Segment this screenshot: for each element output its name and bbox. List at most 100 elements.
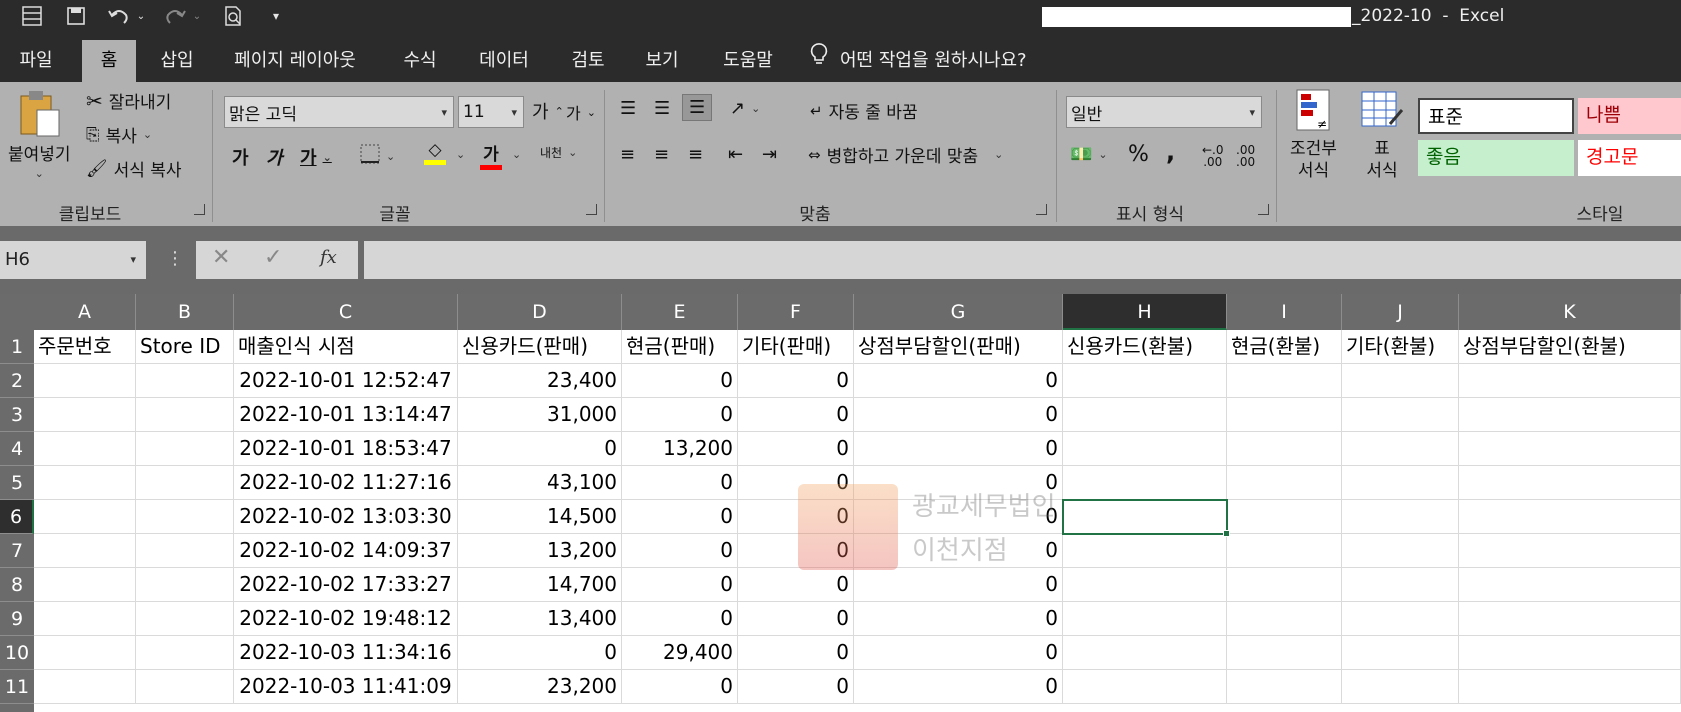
row-header-7[interactable]: 7 — [0, 534, 34, 568]
cell-b3[interactable] — [136, 398, 234, 432]
cell-g7[interactable]: 0 — [854, 534, 1063, 568]
cell-k2[interactable] — [1459, 364, 1681, 398]
fill-color-dropdown-icon[interactable]: ⌄ — [456, 148, 465, 161]
name-box[interactable]: H6 ▾ — [0, 241, 146, 279]
tab-home[interactable]: 홈 — [82, 40, 136, 82]
cell-c11[interactable]: 2022-10-03 11:41:09 — [234, 670, 458, 704]
cell-a3[interactable] — [34, 398, 136, 432]
cell-e6[interactable]: 0 — [622, 500, 738, 534]
cell-k3[interactable] — [1459, 398, 1681, 432]
cell-f7[interactable]: 0 — [738, 534, 854, 568]
copy-dropdown-icon[interactable]: ⌄ — [143, 128, 152, 141]
selected-cell-h6[interactable] — [1062, 499, 1228, 535]
decrease-indent-button[interactable]: ⇤ — [728, 144, 743, 165]
borders-button[interactable]: ⌄ — [360, 144, 395, 169]
column-header-j[interactable]: J — [1342, 294, 1459, 330]
format-as-table-button[interactable]: 표 서식 — [1360, 88, 1404, 182]
cell-k7[interactable] — [1459, 534, 1681, 568]
cell-j6[interactable] — [1342, 500, 1459, 534]
save-icon[interactable] — [62, 2, 90, 30]
header-cell-b[interactable]: Store ID — [136, 330, 234, 364]
fill-handle[interactable] — [1223, 530, 1230, 537]
cell-d9[interactable]: 13,400 — [458, 602, 622, 636]
cell-f11[interactable]: 0 — [738, 670, 854, 704]
cell-f5[interactable]: 0 — [738, 466, 854, 500]
cell-c8[interactable]: 2022-10-02 17:33:27 — [234, 568, 458, 602]
font-color-dropdown-icon[interactable]: ⌄ — [512, 148, 521, 161]
alignment-launcher-icon[interactable] — [1036, 204, 1047, 215]
tab-help[interactable]: 도움말 — [708, 40, 788, 82]
column-header-k[interactable]: K — [1459, 294, 1681, 330]
cell-i3[interactable] — [1227, 398, 1342, 432]
undo-icon[interactable] — [104, 2, 134, 30]
header-cell-g[interactable]: 상점부담할인(판매) — [854, 330, 1063, 364]
align-middle-button[interactable]: ☰ — [654, 98, 670, 119]
tab-page-layout[interactable]: 페이지 레이아웃 — [220, 40, 370, 82]
cell-a6[interactable] — [34, 500, 136, 534]
align-left-button[interactable]: ≡ — [620, 144, 635, 165]
cell-b2[interactable] — [136, 364, 234, 398]
cell-i4[interactable] — [1227, 432, 1342, 466]
cell-e4[interactable]: 13,200 — [622, 432, 738, 466]
cell-a7[interactable] — [34, 534, 136, 568]
increase-decimal-button[interactable]: ←.0.00 — [1202, 144, 1224, 168]
cell-e5[interactable]: 0 — [622, 466, 738, 500]
font-name-combo[interactable]: 맑은 고딕 ▾ — [224, 96, 454, 128]
cell-f6[interactable]: 0 — [738, 500, 854, 534]
align-top-button[interactable]: ☰ — [620, 98, 636, 119]
percent-style-button[interactable]: % — [1128, 142, 1149, 167]
wrap-text-button[interactable]: ↵ 자동 줄 바꿈 — [810, 98, 918, 124]
cell-b5[interactable] — [136, 466, 234, 500]
cell-h10[interactable] — [1063, 636, 1227, 670]
cell-b8[interactable] — [136, 568, 234, 602]
cell-i8[interactable] — [1227, 568, 1342, 602]
cell-f10[interactable]: 0 — [738, 636, 854, 670]
italic-button[interactable]: 가 — [266, 144, 283, 170]
customize-qat-icon[interactable]: ▾ — [266, 2, 286, 30]
cell-k10[interactable] — [1459, 636, 1681, 670]
cell-c4[interactable]: 2022-10-01 18:53:47 — [234, 432, 458, 466]
increase-indent-button[interactable]: ⇥ — [762, 144, 777, 165]
cell-b6[interactable] — [136, 500, 234, 534]
tab-file[interactable]: 파일 — [6, 40, 66, 82]
cell-j3[interactable] — [1342, 398, 1459, 432]
row-header-9[interactable]: 9 — [0, 602, 34, 636]
shrink-font-button[interactable]: 가 ⌄ — [566, 100, 596, 124]
merge-center-button[interactable]: ⇔ 병합하고 가운데 맞춤 ⌄ — [808, 142, 1003, 168]
format-painter-button[interactable]: 🖌 서식 복사 — [86, 156, 182, 182]
cell-a11[interactable] — [34, 670, 136, 704]
cell-j2[interactable] — [1342, 364, 1459, 398]
conditional-formatting-button[interactable]: ≠ 조건부 서식 — [1290, 88, 1337, 182]
cell-d10[interactable]: 0 — [458, 636, 622, 670]
grow-font-button[interactable]: 가 ⌃ — [532, 98, 564, 124]
cell-e7[interactable]: 0 — [622, 534, 738, 568]
header-cell-c[interactable]: 매출인식 시점 — [234, 330, 458, 364]
enter-icon[interactable]: ✓ — [264, 245, 282, 270]
cell-c10[interactable]: 2022-10-03 11:34:16 — [234, 636, 458, 670]
cell-a4[interactable] — [34, 432, 136, 466]
cell-j8[interactable] — [1342, 568, 1459, 602]
font-launcher-icon[interactable] — [586, 204, 597, 215]
font-size-combo[interactable]: 11 ▾ — [458, 96, 524, 128]
tab-view[interactable]: 보기 — [632, 40, 692, 82]
paste-dropdown-icon[interactable]: ⌄ — [35, 167, 44, 180]
cell-f3[interactable]: 0 — [738, 398, 854, 432]
cell-h5[interactable] — [1063, 466, 1227, 500]
header-cell-f[interactable]: 기타(판매) — [738, 330, 854, 364]
cell-g6[interactable]: 0 — [854, 500, 1063, 534]
cell-i2[interactable] — [1227, 364, 1342, 398]
fill-color-button[interactable]: ◇ — [424, 140, 446, 165]
cell-g4[interactable]: 0 — [854, 432, 1063, 466]
cell-c3[interactable]: 2022-10-01 13:14:47 — [234, 398, 458, 432]
cell-g3[interactable]: 0 — [854, 398, 1063, 432]
column-header-i[interactable]: I — [1227, 294, 1342, 330]
header-cell-k[interactable]: 상점부담할인(환불) — [1459, 330, 1681, 364]
row-header-5[interactable]: 5 — [0, 466, 34, 500]
cell-j5[interactable] — [1342, 466, 1459, 500]
more-icon[interactable]: ⋮ — [166, 248, 184, 269]
cell-c7[interactable]: 2022-10-02 14:09:37 — [234, 534, 458, 568]
tab-review[interactable]: 검토 — [558, 40, 618, 82]
cell-i5[interactable] — [1227, 466, 1342, 500]
cell-i7[interactable] — [1227, 534, 1342, 568]
header-cell-i[interactable]: 현금(환불) — [1227, 330, 1342, 364]
